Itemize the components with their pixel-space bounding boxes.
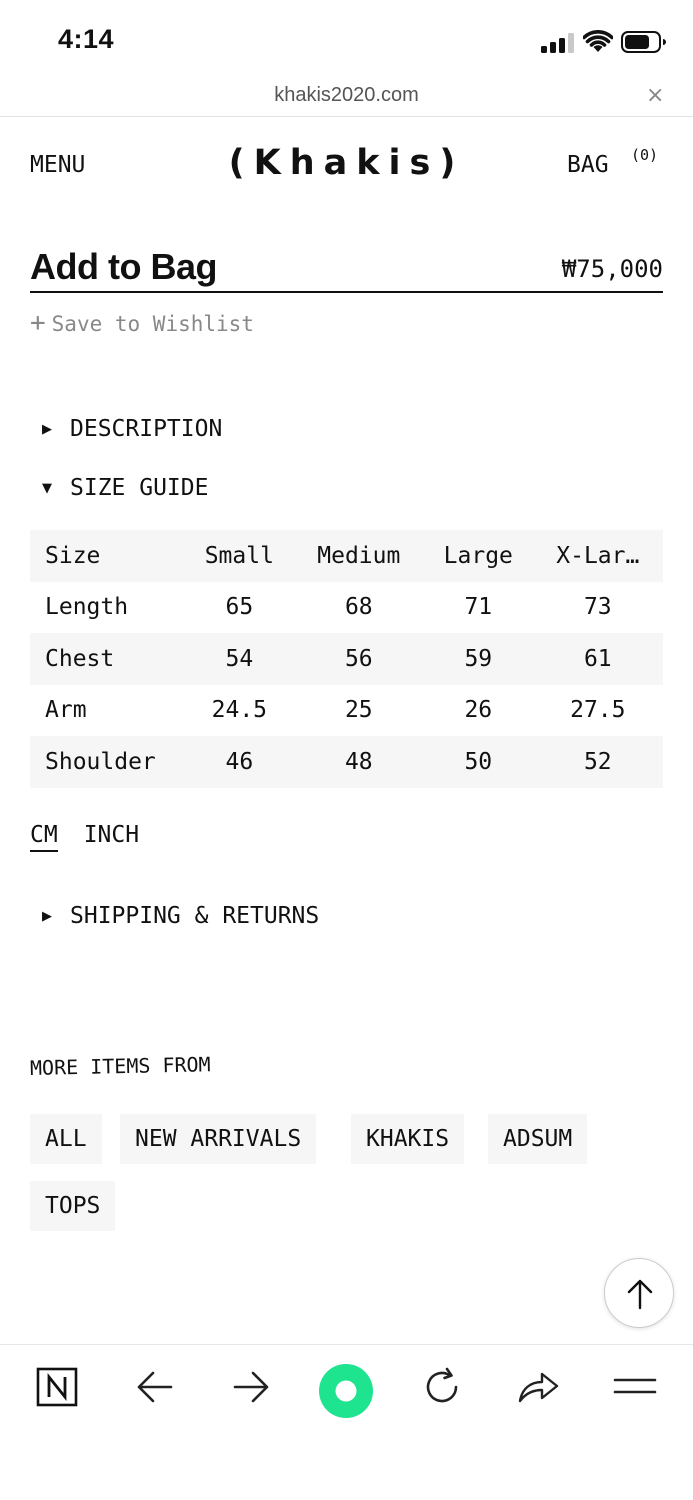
table-cell: 24.5 [211,697,268,724]
table-row: Arm 24.5 25 26 27.5 [30,685,663,737]
site-header: MENU (Khakis) BAG (0) [0,140,693,200]
bag-count-badge: (0) [631,146,659,164]
menu-icon[interactable] [613,1365,657,1409]
tag-all[interactable]: ALL [30,1114,102,1164]
bag-button[interactable]: BAG [567,152,609,178]
status-bar: 4:14 [0,0,693,80]
tag-khakis[interactable]: KHAKIS [351,1114,465,1164]
table-cell: 59 [423,633,533,685]
table-row: Length 65 68 71 73 [30,582,663,634]
caret-right-icon: ▶ [42,422,52,437]
table-header: X-Lar… [532,530,663,582]
tag-adsum[interactable]: ADSUM [488,1114,588,1164]
shipping-returns-label: SHIPPING & RETURNS [70,903,320,929]
reload-icon[interactable] [420,1365,464,1409]
url-text[interactable]: khakis2020.com [0,84,693,107]
more-items-heading: MORE ITEMS FROM [29,1052,211,1080]
size-guide-accordion[interactable]: ▼ SIZE GUIDE [42,475,208,501]
size-guide-label: SIZE GUIDE [70,475,209,501]
table-cell: 50 [423,736,533,788]
description-label: DESCRIPTION [70,416,223,442]
table-cell: 61 [532,633,663,685]
close-icon[interactable]: × [646,84,664,108]
unit-cm-button[interactable]: CM [30,822,58,852]
caret-down-icon: ▼ [42,481,52,496]
add-to-bag-button[interactable]: Add to Bag [30,246,217,288]
tag-new-arrivals[interactable]: NEW ARRIVALS [120,1114,317,1164]
wifi-icon [583,30,613,52]
browser-toolbar [0,1344,693,1500]
caret-right-icon: ▶ [42,909,52,924]
table-cell: Arm [45,697,87,724]
table-cell: 71 [464,594,493,621]
table-cell: 27.5 [570,697,626,724]
table-cell: 56 [293,633,424,685]
add-to-bag-row: Add to Bag ₩75,000 [30,246,663,293]
table-cell: 26 [464,697,493,724]
table-cell: 65 [225,594,254,621]
table-row: Chest 54 56 59 61 [30,633,663,685]
share-icon[interactable] [516,1365,560,1409]
unit-inch-button[interactable]: INCH [84,822,139,848]
scroll-to-top-button[interactable] [604,1258,674,1328]
table-cell: Length [45,594,129,621]
shipping-returns-accordion[interactable]: ▶ SHIPPING & RETURNS [42,903,319,929]
forward-arrow-icon[interactable] [229,1365,273,1409]
tag-tops[interactable]: TOPS [30,1181,116,1231]
browser-url-bar[interactable]: khakis2020.com × [0,80,693,117]
table-cell: 46 [185,736,294,788]
record-icon[interactable] [318,1363,374,1419]
product-price: ₩75,000 [561,255,663,283]
status-time: 4:14 [58,24,115,54]
table-header: Medium [293,530,424,582]
table-header-row: Size Small Medium Large X-Lar… [30,530,663,582]
battery-icon [621,31,666,53]
wishlist-label: Save to Wishlist [51,312,254,336]
table-row: Shoulder 46 48 50 52 [30,736,663,788]
plus-icon: + [30,308,46,338]
size-guide-table: Size Small Medium Large X-Lar… Length 65… [30,530,663,788]
table-cell: 25 [344,697,373,724]
table-cell: 73 [583,594,612,621]
table-header: Large [423,530,533,582]
table-header: Small [185,530,294,582]
table-cell: 54 [185,633,294,685]
table-cell: Chest [30,633,185,685]
save-to-wishlist-button[interactable]: + Save to Wishlist [30,308,254,338]
table-cell: 68 [344,594,373,621]
table-cell: 48 [293,736,424,788]
description-accordion[interactable]: ▶ DESCRIPTION [42,416,222,442]
notion-logo-icon[interactable] [35,1365,79,1409]
table-cell: Shoulder [30,736,185,788]
cellular-signal-icon [541,33,575,53]
table-header: Size [30,530,185,582]
back-arrow-icon[interactable] [133,1365,177,1409]
unit-toggle: CM INCH [30,822,139,852]
arrow-up-icon [627,1279,653,1310]
table-cell: 52 [532,736,663,788]
